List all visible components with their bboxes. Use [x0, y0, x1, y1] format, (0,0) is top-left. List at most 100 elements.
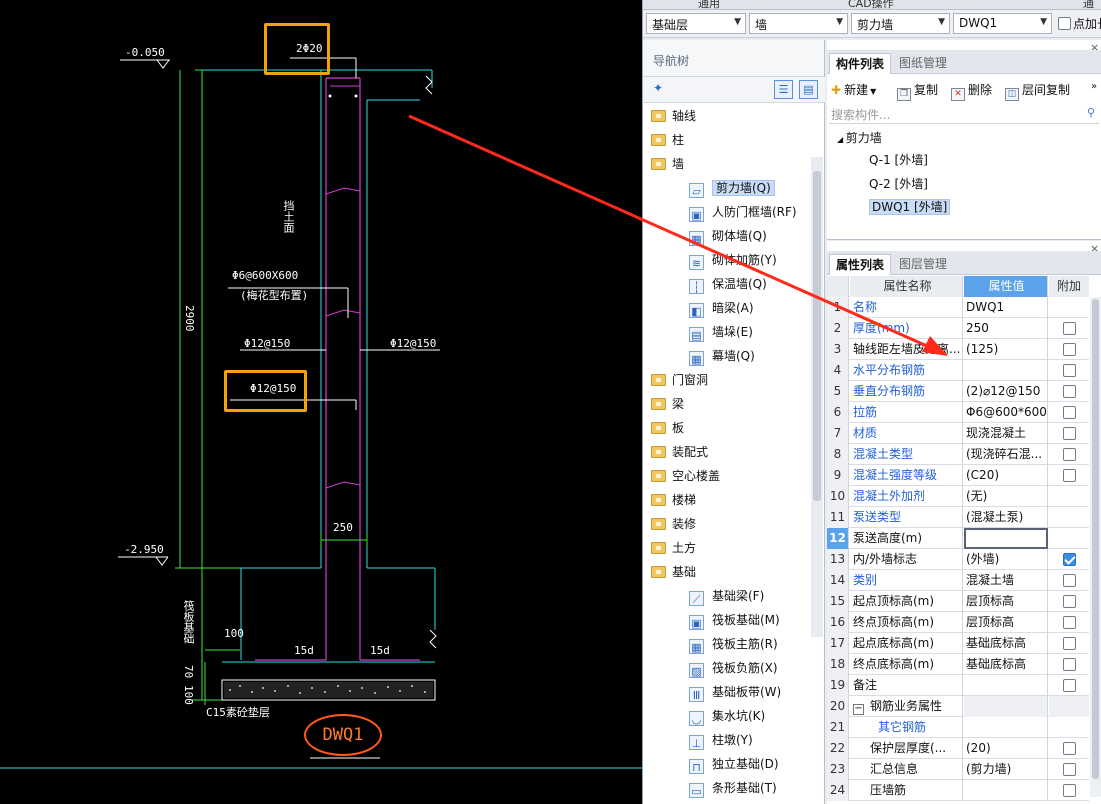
property-value[interactable]: Φ6@600*600: [964, 402, 1048, 423]
nav-tree-item[interactable]: ◧ 暗梁(A): [689, 298, 754, 318]
property-row[interactable]: 23 汇总信息 (剪力墙): [827, 759, 1089, 780]
tab-layer-manage[interactable]: 图层管理: [893, 254, 953, 275]
nav-tree-item[interactable]: ▤ 墙垛(E): [689, 322, 753, 342]
sparkle-icon[interactable]: ✦: [653, 81, 663, 95]
property-row[interactable]: 15 起点顶标高(m) 层顶标高: [827, 591, 1089, 612]
property-extra-checkbox[interactable]: [1062, 343, 1076, 356]
nav-tree-item[interactable]: 空心楼盖: [651, 466, 720, 486]
component-tree-item[interactable]: Q-1 [外墙]: [869, 150, 928, 170]
property-row[interactable]: 21 其它钢筋: [827, 717, 1089, 738]
property-extra-checkbox[interactable]: [1062, 385, 1076, 398]
property-extra-checkbox[interactable]: [1062, 784, 1076, 797]
property-value[interactable]: (无): [964, 486, 1048, 507]
floor-copy-button[interactable]: ◫ 层间复制: [1005, 81, 1070, 101]
property-value[interactable]: (混凝土泵): [964, 507, 1048, 528]
nav-tree-item[interactable]: 楼梯: [651, 490, 696, 510]
property-row[interactable]: 9 混凝土强度等级 (C20): [827, 465, 1089, 486]
component-search-input[interactable]: 搜索构件... ⚲: [829, 104, 1099, 124]
nav-tree-item[interactable]: Ⅲ 基础板带(W): [689, 682, 781, 702]
property-value[interactable]: DWQ1: [964, 297, 1048, 318]
nav-tree-item[interactable]: ▦ 筏板主筋(R): [689, 634, 778, 654]
nav-tree-item[interactable]: 装修: [651, 514, 696, 534]
nav-tree-item[interactable]: ┆ 保温墙(Q): [689, 274, 767, 294]
nav-tree-item[interactable]: ◡ 集水坑(K): [689, 706, 765, 726]
property-extra-checkbox[interactable]: [1062, 658, 1076, 671]
property-value[interactable]: [964, 717, 1048, 738]
property-value[interactable]: [964, 675, 1048, 696]
property-row[interactable]: 20− 钢筋业务属性: [827, 696, 1089, 717]
property-row[interactable]: 24 压墙筋: [827, 780, 1089, 801]
type-select[interactable]: 剪力墙 ▼: [851, 13, 950, 34]
point-extend-toggle[interactable]: 点加长: [1058, 15, 1101, 32]
property-extra-checkbox[interactable]: [1062, 763, 1076, 776]
property-row[interactable]: 3 轴线距左墙皮距离... (125): [827, 339, 1089, 360]
property-value[interactable]: (125): [964, 339, 1048, 360]
copy-button[interactable]: ❐ 复制: [897, 81, 938, 101]
property-row[interactable]: 22 保护层厚度(... (20): [827, 738, 1089, 759]
menu-item-more[interactable]: 通: [1083, 0, 1094, 9]
property-value[interactable]: (2)⌀12@150: [964, 381, 1048, 402]
nav-tree-item[interactable]: 基础: [651, 562, 696, 582]
property-row[interactable]: 12 泵送高度(m): [827, 528, 1089, 549]
property-value[interactable]: (外墙): [964, 549, 1048, 570]
nav-tree-item[interactable]: ▣ 筏板基础(M): [689, 610, 780, 630]
property-value[interactable]: 现浇混凝土: [964, 423, 1048, 444]
nav-tree-item[interactable]: ▦ 砌体墙(Q): [689, 226, 767, 246]
property-row[interactable]: 10 混凝土外加剂 (无): [827, 486, 1089, 507]
property-value[interactable]: 层顶标高: [964, 591, 1048, 612]
nav-tree-item[interactable]: ⊓ 独立基础(D): [689, 754, 779, 774]
tab-property-list[interactable]: 属性列表: [829, 254, 892, 275]
property-value[interactable]: (C20): [964, 465, 1048, 486]
property-extra-checkbox[interactable]: [1062, 616, 1076, 629]
property-extra-checkbox[interactable]: [1062, 427, 1076, 440]
more-icon[interactable]: »: [1091, 81, 1097, 92]
nav-tree-item[interactable]: ▭ 条形基础(T): [689, 778, 777, 798]
property-scrollbar[interactable]: [1090, 297, 1101, 797]
property-row[interactable]: 17 起点底标高(m) 基础底标高: [827, 633, 1089, 654]
nav-tree-scroll-thumb[interactable]: [813, 171, 821, 501]
property-extra-checkbox[interactable]: [1062, 637, 1076, 650]
property-value[interactable]: [964, 528, 1048, 549]
property-row[interactable]: 7 材质 现浇混凝土: [827, 423, 1089, 444]
tab-component-list[interactable]: 构件列表: [829, 53, 892, 74]
property-row[interactable]: 2 厚度(mm) 250: [827, 318, 1089, 339]
detail-view-icon[interactable]: ▤: [799, 80, 818, 99]
delete-button[interactable]: ✕ 删除: [951, 81, 992, 101]
property-value[interactable]: (20): [964, 738, 1048, 759]
nav-tree-item[interactable]: ▨ 筏板负筋(X): [689, 658, 778, 678]
nav-tree-item[interactable]: ▱ 剪力墙(Q): [689, 178, 775, 198]
property-row[interactable]: 14 类别 混凝土墙: [827, 570, 1089, 591]
property-extra-checkbox[interactable]: [1062, 574, 1076, 587]
property-value[interactable]: 基础底标高: [964, 633, 1048, 654]
component-tree-group[interactable]: ◢ 剪力墙: [837, 128, 882, 148]
new-button[interactable]: ✚ 新建 ▼: [831, 81, 876, 98]
property-extra-checkbox[interactable]: [1062, 679, 1076, 692]
property-row[interactable]: 18 终点底标高(m) 基础底标高: [827, 654, 1089, 675]
property-row[interactable]: 13 内/外墙标志 (外墙): [827, 549, 1089, 570]
property-value[interactable]: 层顶标高: [964, 612, 1048, 633]
property-extra-checkbox[interactable]: [1062, 742, 1076, 755]
nav-tree-item[interactable]: 柱: [651, 130, 684, 150]
tab-drawing-manage[interactable]: 图纸管理: [893, 53, 953, 74]
nav-tree-item[interactable]: 轴线: [651, 106, 696, 126]
property-scroll-thumb[interactable]: [1092, 299, 1099, 779]
list-view-icon[interactable]: ☰: [774, 80, 793, 99]
property-extra-checkbox[interactable]: [1062, 448, 1076, 461]
nav-tree-item[interactable]: 门窗洞: [651, 370, 708, 390]
property-value[interactable]: (现浇碎石混...: [964, 444, 1048, 465]
property-extra-checkbox[interactable]: [1062, 469, 1076, 482]
property-row[interactable]: 8 混凝土类型 (现浇碎石混...: [827, 444, 1089, 465]
expand-triangle-icon[interactable]: ◢: [837, 135, 846, 144]
component-tree-item[interactable]: DWQ1 [外墙]: [869, 197, 951, 217]
property-extra-checkbox[interactable]: [1062, 406, 1076, 419]
nav-tree-item[interactable]: 板: [651, 418, 684, 438]
property-value[interactable]: (剪力墙): [964, 759, 1048, 780]
floor-select[interactable]: 基础层 ▼: [646, 13, 746, 34]
property-row[interactable]: 11 泵送类型 (混凝土泵): [827, 507, 1089, 528]
nav-tree-scrollbar[interactable]: [811, 157, 823, 637]
point-extend-checkbox[interactable]: [1058, 17, 1071, 30]
property-row[interactable]: 5 垂直分布钢筋 (2)⌀12@150: [827, 381, 1089, 402]
property-extra-checkbox[interactable]: [1062, 553, 1076, 566]
nav-tree-item[interactable]: ▣ 人防门框墙(RF): [689, 202, 797, 222]
property-value[interactable]: 混凝土墙: [964, 570, 1048, 591]
